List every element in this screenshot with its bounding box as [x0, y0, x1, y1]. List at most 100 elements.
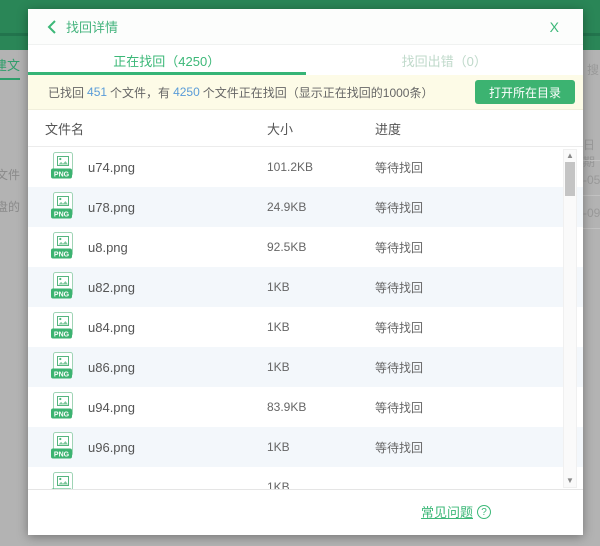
file-name-cell: PNG u8.png — [28, 231, 267, 264]
open-directory-button[interactable]: 打开所在目录 — [475, 80, 575, 104]
file-name-cell: PNG u74.png — [28, 151, 267, 184]
tab-recovering[interactable]: 正在找回（4250） — [28, 45, 306, 75]
file-name-cell: PNG u84.png — [28, 311, 267, 344]
file-name: u8.png — [88, 240, 128, 255]
file-list: PNGu74.png101.2KB等待找回PNGu78.png24.9KB等待找… — [28, 147, 583, 490]
tab-bar: 正在找回（4250） 找回出错（0） — [28, 45, 583, 75]
recovering-count: 4250 — [170, 85, 203, 99]
tab-errors[interactable]: 找回出错（0） — [306, 45, 584, 75]
file-progress: 等待找回 — [375, 239, 583, 256]
background-tab-partial: 建文 — [0, 55, 20, 80]
active-tab-underline — [28, 72, 306, 75]
background-text-right: 搜 — [587, 61, 599, 78]
svg-text:PNG: PNG — [54, 291, 70, 298]
table-row[interactable]: PNG u86.png 1KB等待找回 — [28, 347, 583, 387]
file-progress: 等待找回 — [375, 359, 583, 376]
file-name: u82.png — [88, 280, 135, 295]
file-size: 1KB — [267, 440, 375, 454]
file-name: u84.png — [88, 320, 135, 335]
png-file-icon: PNG — [50, 471, 76, 491]
file-name-cell: PNG — [28, 471, 267, 491]
file-progress: 等待找回 — [375, 399, 583, 416]
file-size: 1KB — [267, 320, 375, 334]
table-row[interactable]: PNG 1KB — [28, 467, 583, 490]
png-file-icon: PNG — [50, 191, 76, 224]
background-text-left-1: 文件 — [0, 166, 20, 183]
png-file-icon: PNG — [50, 271, 76, 304]
file-name-cell: PNG u94.png — [28, 391, 267, 424]
close-icon[interactable]: X — [544, 17, 565, 37]
table-row[interactable]: PNG u96.png 1KB等待找回 — [28, 427, 583, 467]
column-header-size: 大小 — [267, 119, 375, 138]
png-file-icon: PNG — [50, 391, 76, 424]
faq-link-label: 常见问题 — [421, 502, 473, 521]
file-size: 83.9KB — [267, 400, 375, 414]
scrollbar-thumb[interactable] — [565, 162, 575, 196]
file-name: u86.png — [88, 360, 135, 375]
file-progress: 等待找回 — [375, 319, 583, 336]
svg-text:PNG: PNG — [54, 451, 70, 458]
svg-text:PNG: PNG — [54, 411, 70, 418]
file-size: 24.9KB — [267, 200, 375, 214]
status-text-part1: 已找回 — [48, 84, 84, 101]
help-icon: ? — [477, 505, 491, 519]
file-list-viewport: PNGu74.png101.2KB等待找回PNGu78.png24.9KB等待找… — [28, 147, 583, 490]
file-name: u78.png — [88, 200, 135, 215]
status-text-part3: 个文件正在找回（显示正在找回的1000条） — [203, 84, 434, 101]
file-progress: 等待找回 — [375, 159, 583, 176]
file-progress: 等待找回 — [375, 439, 583, 456]
png-file-icon: PNG — [50, 231, 76, 264]
table-row[interactable]: PNG u84.png 1KB等待找回 — [28, 307, 583, 347]
found-count: 451 — [84, 85, 110, 99]
table-row[interactable]: PNG u78.png 24.9KB等待找回 — [28, 187, 583, 227]
table-row[interactable]: PNG u74.png 101.2KB等待找回 — [28, 147, 583, 187]
dialog-footer: 常见问题 ? — [28, 490, 583, 535]
file-name: u94.png — [88, 400, 135, 415]
recovery-details-dialog: 找回详情 X 正在找回（4250） 找回出错（0） 已找回 451 个文件，有 … — [28, 9, 583, 535]
back-button[interactable] — [46, 19, 58, 35]
page-title: 找回详情 — [66, 17, 118, 36]
background-row-divider — [583, 228, 600, 229]
table-row[interactable]: PNG u8.png 92.5KB等待找回 — [28, 227, 583, 267]
background-row-divider — [583, 160, 600, 161]
file-progress: 等待找回 — [375, 279, 583, 296]
file-size: 92.5KB — [267, 240, 375, 254]
file-name-cell: PNG u82.png — [28, 271, 267, 304]
file-name: u96.png — [88, 440, 135, 455]
file-progress: 等待找回 — [375, 199, 583, 216]
background-date-2: -09- — [583, 206, 600, 220]
status-text-part2: 个文件，有 — [110, 84, 170, 101]
background-text-left-2: 盘的 — [0, 198, 20, 215]
file-name-cell: PNG u96.png — [28, 431, 267, 464]
png-file-icon: PNG — [50, 351, 76, 384]
file-size: 101.2KB — [267, 160, 375, 174]
column-header-progress: 进度 — [375, 119, 583, 138]
status-bar: 已找回 451 个文件，有 4250 个文件正在找回（显示正在找回的1000条）… — [28, 75, 583, 110]
file-name: u74.png — [88, 160, 135, 175]
scroll-up-icon[interactable]: ▲ — [564, 151, 576, 161]
table-row[interactable]: PNG u94.png 83.9KB等待找回 — [28, 387, 583, 427]
svg-text:PNG: PNG — [54, 371, 70, 378]
table-row[interactable]: PNG u82.png 1KB等待找回 — [28, 267, 583, 307]
background-row-divider — [583, 195, 600, 196]
file-size: 1KB — [267, 360, 375, 374]
png-file-icon: PNG — [50, 431, 76, 464]
svg-text:PNG: PNG — [54, 251, 70, 258]
background-date-column-header: 日期 — [583, 136, 600, 170]
chevron-left-icon — [46, 19, 58, 35]
scrollbar[interactable]: ▲ ▼ — [563, 149, 577, 488]
png-file-icon: PNG — [50, 151, 76, 184]
dialog-header: 找回详情 X — [28, 9, 583, 45]
file-name-cell: PNG u86.png — [28, 351, 267, 384]
scroll-down-icon[interactable]: ▼ — [564, 476, 576, 486]
file-size: 1KB — [267, 280, 375, 294]
background-date-1: -05- — [583, 173, 600, 187]
file-size: 1KB — [267, 480, 375, 490]
svg-text:PNG: PNG — [54, 211, 70, 218]
faq-link[interactable]: 常见问题 ? — [421, 502, 491, 521]
png-file-icon: PNG — [50, 311, 76, 344]
file-name-cell: PNG u78.png — [28, 191, 267, 224]
table-header: 文件名 大小 进度 — [28, 110, 583, 147]
column-header-filename: 文件名 — [28, 119, 267, 138]
svg-text:PNG: PNG — [54, 331, 70, 338]
